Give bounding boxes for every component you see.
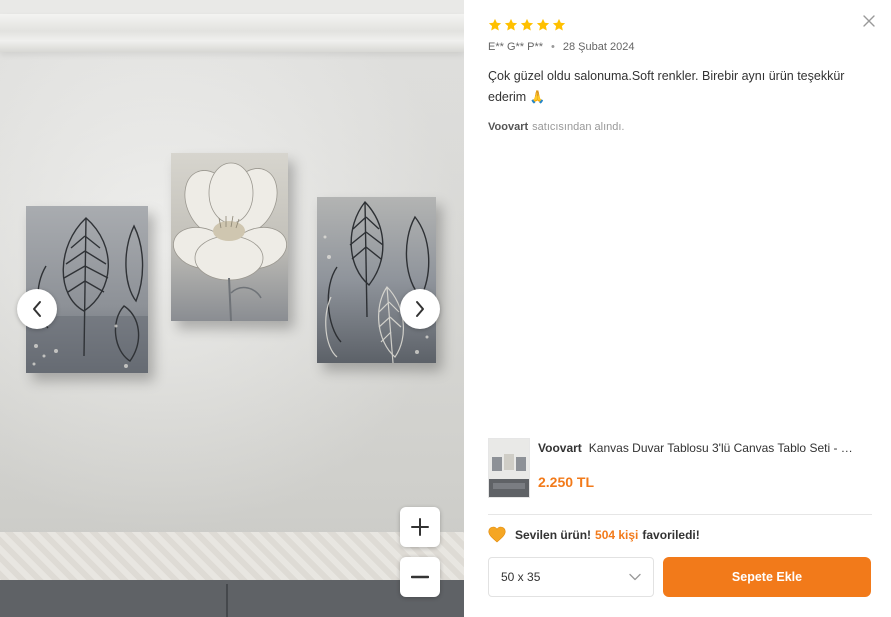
photo-sofa-seam: [226, 584, 228, 617]
seller-name: Voovart: [488, 121, 529, 133]
product-name[interactable]: Voovart Kanvas Duvar Tablosu 3'lü Canvas …: [538, 441, 878, 455]
review-text: Çok güzel oldu salonuma.Soft renkler. Bi…: [488, 69, 845, 104]
size-select[interactable]: 50 x 35: [488, 557, 654, 597]
review-date: 28 Şubat 2024: [562, 41, 635, 53]
rating-stars: [488, 18, 566, 32]
seller-note-suffix: satıcısından alındı.: [532, 121, 625, 133]
star-icon: [520, 18, 534, 31]
favorite-info: Sevilen ürün! 504 kişi favoriledi!: [488, 526, 700, 543]
review-photo: [0, 0, 464, 617]
product-brand: Voovart: [538, 441, 582, 455]
star-icon: [488, 18, 502, 31]
review-meta: E** G** P** • 28 Şubat 2024: [488, 41, 634, 53]
review-detail-panel: E** G** P** • 28 Şubat 2024 Çok güzel ol…: [464, 0, 891, 617]
photo-sofa-throw: [0, 532, 464, 587]
close-button[interactable]: [861, 13, 877, 29]
meta-separator: •: [551, 41, 555, 53]
star-icon: [536, 18, 550, 31]
plus-icon: [411, 518, 429, 536]
product-price: 2.250 TL: [538, 474, 595, 490]
chevron-down-icon: [629, 573, 641, 581]
seller-note: Voovart satıcısından alındı.: [488, 121, 624, 133]
next-photo-button[interactable]: [400, 289, 440, 329]
previous-photo-button[interactable]: [17, 289, 57, 329]
minus-icon: [411, 575, 429, 579]
canvas-painting-middle: [171, 153, 288, 321]
star-icon: [504, 18, 518, 31]
add-to-cart-button[interactable]: Sepete Ekle: [663, 557, 871, 597]
favorite-prefix: Sevilen ürün!: [515, 527, 592, 542]
photo-ceiling: [0, 0, 464, 14]
favorite-suffix: favoriledi!: [642, 527, 700, 542]
product-thumbnail[interactable]: [488, 438, 530, 498]
canvas-painting-right: [317, 197, 436, 363]
chevron-right-icon: [416, 301, 424, 317]
photo-sofa: [0, 580, 464, 617]
star-icon: [552, 18, 566, 31]
review-author: E** G** P**: [488, 41, 544, 53]
divider: [488, 514, 872, 515]
size-select-value: 50 x 35: [501, 570, 541, 584]
zoom-out-button[interactable]: [400, 557, 440, 597]
product-card[interactable]: Voovart Kanvas Duvar Tablosu 3'lü Canvas …: [488, 438, 876, 500]
zoom-in-button[interactable]: [400, 507, 440, 547]
close-icon: [863, 15, 875, 27]
heart-icon: [488, 526, 506, 543]
favorite-count: 504 kişi: [595, 527, 639, 542]
product-title: Kanvas Duvar Tablosu 3'lü Canvas Tablo S…: [588, 441, 853, 455]
photo-crown-molding: [0, 14, 464, 52]
chevron-left-icon: [33, 301, 41, 317]
